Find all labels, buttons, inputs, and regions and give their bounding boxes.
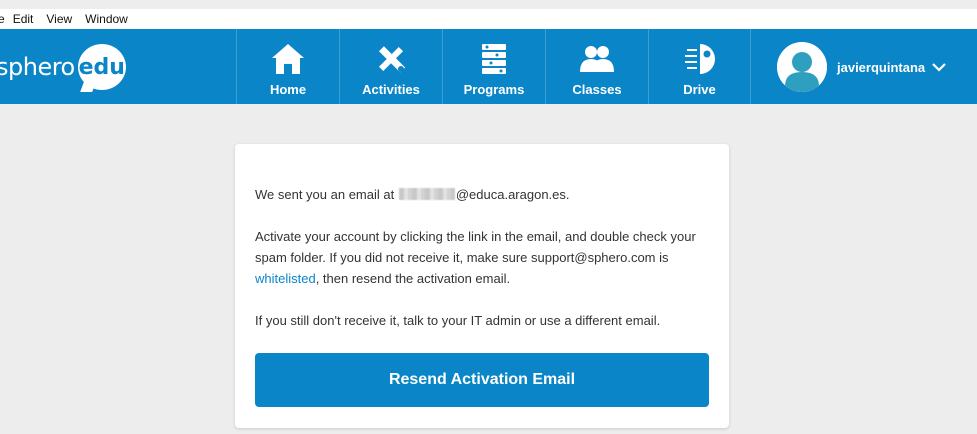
nav-item-drive[interactable]: Drive xyxy=(648,29,751,104)
username: javierquintana xyxy=(837,59,926,75)
avatar-icon xyxy=(777,42,827,92)
email-sent-text: We sent you an email at @educa.aragon.es… xyxy=(255,184,710,205)
activation-instructions: Activate your account by clicking the li… xyxy=(255,226,710,289)
drive-icon xyxy=(682,41,718,77)
home-icon xyxy=(270,41,306,77)
instructions-part1: Activate your account by clicking the li… xyxy=(255,229,696,265)
menu-file[interactable]: e xyxy=(0,12,5,26)
nav-label-programs: Programs xyxy=(463,82,525,97)
menu-view[interactable]: View xyxy=(46,12,72,26)
nav-item-programs[interactable]: Programs xyxy=(442,29,545,104)
instructions-part2: , then resend the activation email. xyxy=(315,271,511,286)
whitelisted-link[interactable]: whitelisted xyxy=(255,271,316,286)
nav-item-activities[interactable]: Activities xyxy=(339,29,442,104)
logo-edu-text: edu xyxy=(78,54,125,80)
activities-icon xyxy=(373,41,409,77)
nav-item-home[interactable]: Home xyxy=(236,29,339,104)
resend-activation-button[interactable]: Resend Activation Email xyxy=(255,353,709,407)
programs-icon xyxy=(476,41,512,77)
admin-help-text: If you still don't receive it, talk to y… xyxy=(255,313,661,328)
top-navbar: sphero edu Home Activities Programs Clas… xyxy=(0,29,977,104)
activation-message: We sent you an email at @educa.aragon.es… xyxy=(255,184,710,352)
nav-label-drive: Drive xyxy=(683,82,716,97)
classes-icon xyxy=(579,41,615,77)
nav-item-classes[interactable]: Classes xyxy=(545,29,648,104)
main-nav: Home Activities Programs Classes Drive xyxy=(236,29,751,104)
menu-edit[interactable]: Edit xyxy=(13,12,34,26)
menu-window[interactable]: Window xyxy=(85,12,128,26)
logo-text: sphero xyxy=(0,53,75,81)
redacted-email xyxy=(398,188,455,200)
nav-label-home: Home xyxy=(269,82,307,97)
nav-label-classes: Classes xyxy=(572,82,622,97)
app-menubar: e Edit View Window xyxy=(0,9,977,29)
nav-label-activities: Activities xyxy=(362,82,420,97)
chevron-down-icon[interactable] xyxy=(932,62,946,72)
email-sent-prefix: We sent you an email at xyxy=(255,187,398,202)
activation-card: We sent you an email at @educa.aragon.es… xyxy=(235,144,729,428)
sphero-edu-logo[interactable]: sphero edu xyxy=(0,44,126,90)
email-domain: @educa.aragon.es. xyxy=(455,187,570,202)
user-menu[interactable]: javierquintana xyxy=(777,41,946,93)
logo-bubble: edu xyxy=(77,44,126,90)
